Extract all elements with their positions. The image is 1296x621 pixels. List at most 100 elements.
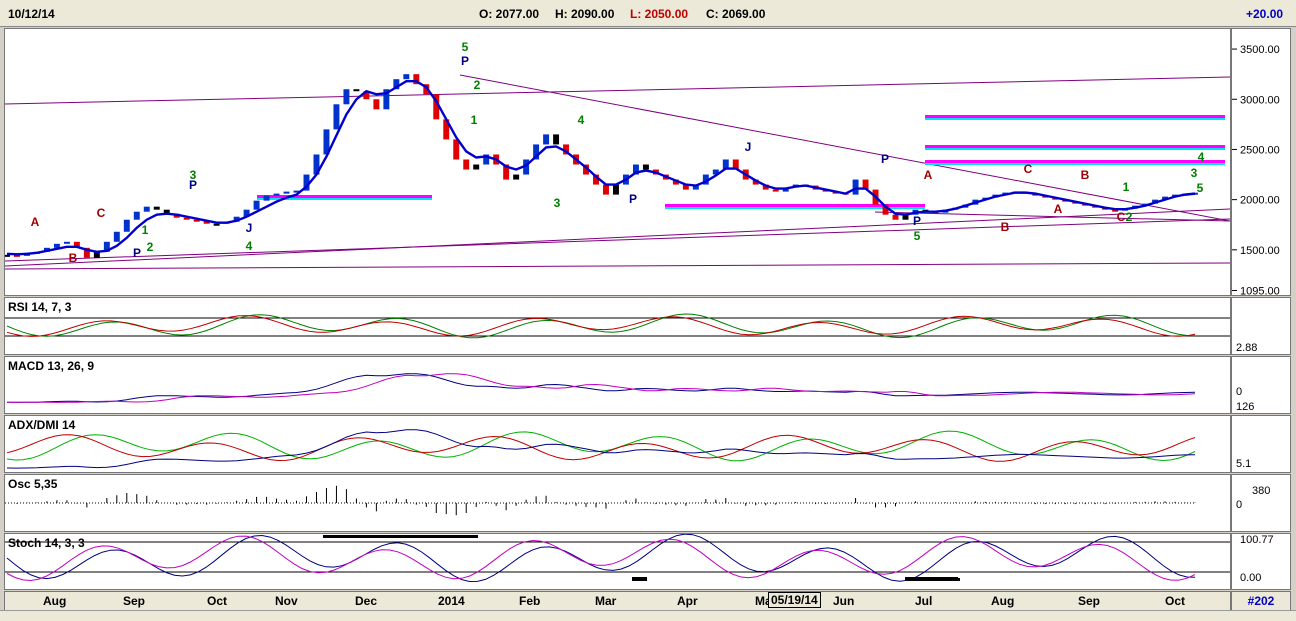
indicator-line (6, 434, 1196, 462)
price-bar (373, 99, 380, 110)
price-bar (513, 174, 520, 180)
stoch-axis-upper: 100.77 (1240, 534, 1274, 546)
stoch-axis: 100.77 0.00 (1231, 533, 1291, 590)
stoch-marker (632, 578, 647, 581)
price-panel[interactable]: ABC12P3PJ45P2134PJP5PABCAB12C345 (4, 28, 1231, 296)
wave-label: 2 (1126, 210, 1133, 224)
indicator-line (7, 373, 1196, 403)
wave-label: J (246, 221, 253, 235)
wave-label: A (924, 168, 933, 182)
price-axis: 3500.00 3000.00 2500.00 2000.00 1500.00 1095.… (1231, 28, 1291, 307)
adx-panel[interactable]: ADX/DMI 14 (4, 415, 1231, 473)
wave-label: 5 (1197, 181, 1204, 195)
price-bar (553, 134, 560, 145)
month-label: Mar (595, 594, 617, 608)
header-change: +20.00 (1246, 7, 1284, 21)
trend-line (4, 262, 1231, 270)
rsi-axis-label: 2.88 (1236, 342, 1258, 354)
wave-label: P (133, 246, 141, 260)
trend-line (874, 211, 1231, 222)
price-bar (603, 184, 609, 195)
stoch-panel[interactable]: Stoch 14, 3, 3 (4, 533, 1231, 590)
stoch-title: Stoch 14, 3, 3 (8, 536, 85, 550)
wave-label: 2 (147, 240, 154, 254)
price-bar (133, 211, 140, 220)
price-bar (543, 134, 550, 145)
price-bar (113, 231, 120, 242)
macd-axis-zero: 0 (1236, 386, 1243, 398)
wave-label: C (1024, 162, 1033, 176)
wave-label: 4 (246, 239, 253, 253)
price-bar (403, 74, 410, 80)
price-bar (263, 195, 270, 201)
wave-label: A (31, 215, 40, 229)
adx-title: ADX/DMI 14 (8, 418, 76, 432)
month-label: Jul (915, 594, 933, 608)
price-bar (123, 219, 130, 232)
band-line (925, 115, 1225, 118)
month-label: Apr (677, 594, 698, 608)
price-bar (642, 164, 649, 170)
y-tick-label: 3500.00 (1240, 44, 1280, 56)
indicator-line (6, 373, 1196, 403)
band-line (925, 163, 1225, 165)
price-bar (343, 89, 350, 105)
status-bar (0, 610, 1296, 621)
macd-panel[interactable]: MACD 13, 26, 9 (4, 356, 1231, 414)
osc-axis: 380 0 (1231, 474, 1291, 532)
wave-label: 1 (1123, 180, 1130, 194)
trend-line (4, 76, 1231, 105)
wave-label: 3 (1191, 166, 1198, 180)
band-line (257, 195, 432, 198)
indicator-line (6, 430, 1196, 462)
wave-label: 1 (471, 113, 478, 127)
osc-axis-upper: 380 (1252, 485, 1271, 497)
month-label: Sep (1078, 594, 1101, 608)
rsi-axis: 2.88 (1231, 297, 1291, 355)
stoch-marker (905, 578, 960, 581)
price-chart[interactable]: ABC12P3PJ45P2134PJP5PABCAB12C345 (4, 29, 1231, 295)
wave-label: B (1081, 168, 1090, 182)
band-line (925, 118, 1225, 120)
time-axis: Aug Sep Oct Nov Dec 2014 Feb Mar Apr Ma … (4, 591, 1231, 611)
wave-label: 3 (554, 196, 561, 210)
price-bar (63, 241, 70, 244)
price-bar (852, 179, 859, 195)
wave-label: B (1001, 220, 1010, 234)
indicator-line (6, 533, 1196, 583)
price-bar (613, 184, 619, 195)
price-bar (143, 206, 150, 212)
y-tick-label: 1500.00 (1240, 245, 1280, 257)
rsi-panel[interactable]: RSI 14, 7, 3 (4, 297, 1231, 355)
wave-label: 2 (474, 78, 481, 92)
price-bar (273, 193, 280, 196)
rsi-title: RSI 14, 7, 3 (8, 300, 72, 314)
month-label: Jun (833, 594, 855, 608)
y-tick-label: 2500.00 (1240, 144, 1280, 156)
y-tick-label: 1095.00 (1240, 285, 1280, 295)
bar-count: #202 (1231, 591, 1291, 611)
price-bar (333, 104, 340, 130)
price-bar (353, 89, 360, 92)
wave-label: P (913, 214, 921, 228)
price-bar (453, 139, 460, 160)
month-label: Aug (43, 594, 67, 608)
header-close: C: 2069.00 (706, 7, 766, 21)
adx-axis-label: 5.1 (1236, 458, 1252, 470)
wave-label: 1 (142, 223, 149, 237)
wave-label: 5 (914, 229, 921, 243)
y-tick-label: 3000.00 (1240, 94, 1280, 106)
osc-title: Osc 5,35 (8, 477, 58, 491)
month-label: Oct (207, 594, 228, 608)
price-bar (253, 200, 260, 210)
wave-label: 4 (1198, 150, 1205, 164)
header-high: H: 2090.00 (555, 7, 615, 21)
header-open: O: 2077.00 (479, 7, 540, 21)
wave-label: 4 (578, 113, 585, 127)
y-tick-label: 2000.00 (1240, 195, 1280, 207)
cursor-date[interactable]: 05/19/14 (768, 592, 821, 608)
month-label: Dec (355, 594, 378, 608)
wave-label: 5 (462, 40, 469, 54)
quote-header: 10/12/14 O: 2077.00 H: 2090.00 L: 2050.0… (0, 0, 1296, 27)
osc-panel[interactable]: Osc 5,35 (4, 474, 1231, 532)
